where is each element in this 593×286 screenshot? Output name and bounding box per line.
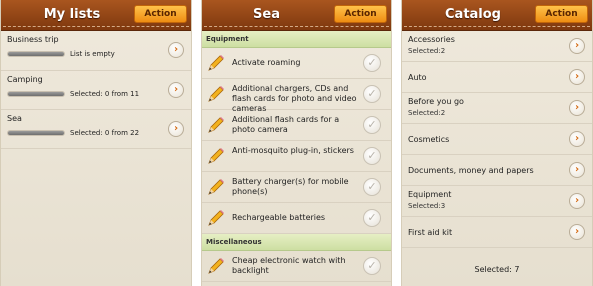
chevron-right-icon[interactable]: › — [569, 69, 585, 85]
checklist-item-label: Cheap electronic watch with backlight — [232, 256, 346, 275]
pencil-icon — [207, 85, 225, 103]
chevron-right-icon[interactable]: › — [168, 82, 184, 98]
catalog-item[interactable]: Documents, money and papers › — [402, 155, 592, 186]
pencil-icon — [207, 147, 225, 165]
chevron-right-icon[interactable]: › — [168, 42, 184, 58]
list-progress-bar — [7, 51, 65, 57]
list-progress-bar — [7, 91, 65, 97]
list-progress-bar — [7, 130, 65, 136]
lists-container: Business trip List is empty › Camping Select… — [1, 31, 191, 149]
checklist-item[interactable]: Battery charger(s) for mobile phone(s) ✓ — [202, 172, 391, 203]
sea-items-container: Equipment Activate roaming ✓ Additional cha… — [202, 31, 391, 282]
my-lists-action-button[interactable]: Action — [134, 5, 187, 23]
pencil-icon — [207, 178, 225, 196]
catalog-item-name: Before you go — [408, 97, 464, 106]
catalog-item[interactable]: Auto › — [402, 62, 592, 93]
catalog-header: Catalog Action — [402, 0, 592, 31]
sea-list-screen: Sea Action Equipment Activate roaming ✓ Add… — [201, 0, 392, 286]
chevron-right-icon[interactable]: › — [569, 224, 585, 240]
catalog-item-selected: Selected:2 — [408, 109, 446, 117]
catalog-item-name: Documents, money and papers — [408, 166, 534, 175]
checklist-item[interactable]: Additional flash cards for a photo camer… — [202, 110, 391, 141]
checklist-item[interactable]: Activate roaming ✓ — [202, 48, 391, 79]
checklist-item[interactable]: Anti-mosquito plug-in, stickers ✓ — [202, 141, 391, 172]
chevron-right-icon[interactable]: › — [569, 162, 585, 178]
catalog-item-name: Cosmetics — [408, 135, 450, 144]
list-item-status: List is empty — [70, 50, 115, 58]
pencil-icon — [207, 209, 225, 227]
catalog-items-container: Accessories Selected:2 › Auto › Before you go… — [402, 31, 592, 248]
list-item-status: Selected: 0 from 11 — [70, 90, 140, 98]
checklist-item[interactable]: Additional chargers, CDs and flash cards… — [202, 79, 391, 113]
list-item-name: Sea — [7, 114, 22, 123]
section-header: Equipment — [202, 31, 391, 48]
chevron-right-icon[interactable]: › — [569, 193, 585, 209]
catalog-item-name: First aid kit — [408, 228, 453, 237]
my-lists-header: My lists Action — [1, 0, 191, 31]
sea-action-button[interactable]: Action — [334, 5, 387, 23]
catalog-item[interactable]: Cosmetics › — [402, 124, 592, 155]
catalog-item-name: Equipment — [408, 190, 452, 199]
my-lists-screen: My lists Action Business trip List is emp… — [0, 0, 192, 286]
catalog-screen: Catalog Action Accessories Selected:2 › Aut… — [401, 0, 593, 286]
catalog-item[interactable]: Equipment Selected:3 › — [402, 186, 592, 217]
catalog-item-selected: Selected:3 — [408, 202, 446, 210]
chevron-right-icon[interactable]: › — [168, 121, 184, 137]
checkmark-icon[interactable]: ✓ — [363, 54, 381, 72]
checklist-item-label: Activate roaming — [232, 58, 301, 67]
checkmark-icon[interactable]: ✓ — [363, 147, 381, 165]
my-lists-title: My lists — [43, 7, 101, 22]
checklist-item-label: Rechargeable batteries — [232, 213, 326, 222]
chevron-right-icon[interactable]: › — [569, 38, 585, 54]
list-item-name: Camping — [7, 75, 43, 84]
list-item-status: Selected: 0 from 22 — [70, 129, 140, 137]
section-header: Miscellaneous — [202, 234, 391, 251]
checklist-item[interactable]: Cheap electronic watch with backlight ✓ — [202, 251, 391, 282]
list-item[interactable]: Camping Selected: 0 from 11 › — [1, 71, 191, 110]
checkmark-icon[interactable]: ✓ — [363, 116, 381, 134]
list-item[interactable]: Sea Selected: 0 from 22 › — [1, 110, 191, 149]
catalog-selected-count: Selected: 7 — [474, 265, 520, 274]
catalog-item-selected: Selected:2 — [408, 47, 446, 55]
checkmark-icon[interactable]: ✓ — [363, 257, 381, 275]
pencil-icon — [207, 116, 225, 134]
checkmark-icon[interactable]: ✓ — [363, 178, 381, 196]
catalog-item-name: Auto — [408, 73, 427, 82]
checklist-item-label: Anti-mosquito plug-in, stickers — [232, 146, 354, 155]
sea-header: Sea Action — [202, 0, 391, 31]
pencil-icon — [207, 54, 225, 72]
catalog-item[interactable]: First aid kit › — [402, 217, 592, 248]
list-progress-fill — [8, 52, 64, 56]
chevron-right-icon[interactable]: › — [569, 100, 585, 116]
list-progress-fill — [8, 131, 64, 135]
list-progress-fill — [8, 92, 64, 96]
pencil-icon — [207, 257, 225, 275]
catalog-item[interactable]: Before you go Selected:2 › — [402, 93, 592, 124]
checkmark-icon[interactable]: ✓ — [363, 85, 381, 103]
checklist-item-label: Battery charger(s) for mobile phone(s) — [232, 177, 349, 196]
catalog-item-name: Accessories — [408, 35, 455, 44]
catalog-action-button[interactable]: Action — [535, 5, 588, 23]
checklist-item-label: Additional flash cards for a photo camer… — [232, 115, 340, 134]
list-item[interactable]: Business trip List is empty › — [1, 31, 191, 71]
catalog-title: Catalog — [445, 7, 501, 22]
sea-title: Sea — [253, 7, 280, 22]
checkmark-icon[interactable]: ✓ — [363, 209, 381, 227]
list-item-name: Business trip — [7, 35, 59, 44]
chevron-right-icon[interactable]: › — [569, 131, 585, 147]
catalog-item[interactable]: Accessories Selected:2 › — [402, 31, 592, 62]
checklist-item[interactable]: Rechargeable batteries ✓ — [202, 203, 391, 234]
